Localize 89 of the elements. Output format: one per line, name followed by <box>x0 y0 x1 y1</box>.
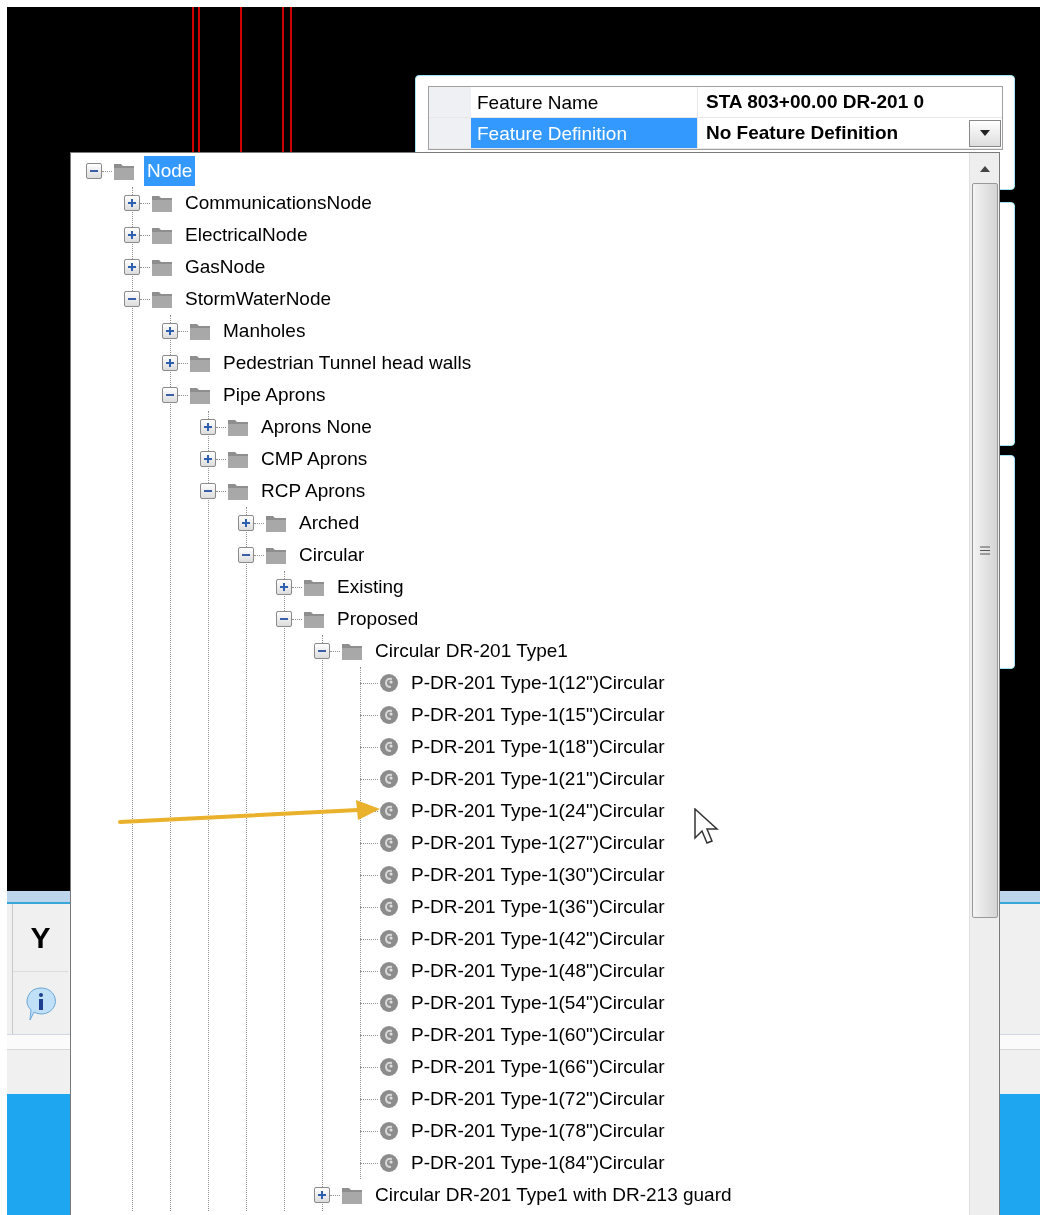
item-icon <box>378 960 400 982</box>
axis-label: Y <box>30 920 51 956</box>
item-icon <box>378 896 400 918</box>
tree-item[interactable]: P-DR-201 Type-1(72")Circular <box>408 1084 668 1114</box>
expand-toggle[interactable] <box>314 1187 330 1203</box>
item-icon <box>378 672 400 694</box>
tree-item[interactable]: P-DR-201 Type-1(15")Circular <box>408 700 668 730</box>
property-label[interactable]: Feature Name <box>471 87 697 117</box>
row-header <box>429 118 471 148</box>
plus-icon <box>203 454 213 464</box>
tree-item[interactable]: Circular DR-201 Type1 <box>372 636 571 666</box>
tree-item[interactable]: P-DR-201 Type-1(66")Circular <box>408 1052 668 1082</box>
collapse-toggle[interactable] <box>200 483 216 499</box>
expand-toggle[interactable] <box>276 579 292 595</box>
scrollbar[interactable] <box>969 153 999 1215</box>
item-icon <box>378 928 400 950</box>
tree-item[interactable]: ElectricalNode <box>182 220 311 250</box>
expand-toggle[interactable] <box>162 355 178 371</box>
tree-item[interactable]: Aprons None <box>258 412 375 442</box>
collapse-toggle[interactable] <box>124 291 140 307</box>
tree-item[interactable]: Circular <box>296 540 368 570</box>
tree-item[interactable]: P-DR-201 Type-1(48")Circular <box>408 956 668 986</box>
collapse-toggle[interactable] <box>276 611 292 627</box>
expand-toggle[interactable] <box>124 259 140 275</box>
plus-icon <box>317 1190 327 1200</box>
tree-item[interactable]: P-DR-201 Type-1(18")Circular <box>408 732 668 762</box>
tree-item[interactable]: P-DR-201 Type-1(60")Circular <box>408 1020 668 1050</box>
expand-toggle[interactable] <box>124 227 140 243</box>
item-icon <box>378 768 400 790</box>
tree-item[interactable]: P-DR-201 Type-1(24")Circular <box>408 796 668 826</box>
tree-item[interactable]: P-DR-201 Type-1(30")Circular <box>408 860 668 890</box>
tree-item[interactable]: P-DR-201 Type-1(54")Circular <box>408 988 668 1018</box>
property-row[interactable]: Feature Definition No Feature Definition <box>429 118 1002 149</box>
item-icon <box>378 832 400 854</box>
tree-item[interactable]: Pipe Aprons <box>220 380 329 410</box>
info-icon[interactable] <box>23 986 58 1022</box>
collapse-toggle[interactable] <box>314 643 330 659</box>
expand-toggle[interactable] <box>200 419 216 435</box>
tree-item[interactable]: P-DR-201 Type-1(21")Circular <box>408 764 668 794</box>
plus-icon <box>127 198 137 208</box>
item-icon <box>378 992 400 1014</box>
tree-item[interactable]: Existing <box>334 572 407 602</box>
item-icon <box>378 704 400 726</box>
property-row[interactable]: Feature Name STA 803+00.00 DR-201 0 <box>429 87 1002 118</box>
tree-item[interactable]: P-DR-201 Type-1(36")Circular <box>408 892 668 922</box>
expand-toggle[interactable] <box>162 323 178 339</box>
item-icon <box>378 1152 400 1174</box>
item-icon <box>378 800 400 822</box>
tree-item[interactable]: P-DR-201 Type-1(84")Circular <box>408 1148 668 1178</box>
item-icon <box>378 1024 400 1046</box>
dropdown-button[interactable] <box>969 119 1001 147</box>
tree-item[interactable]: Pedestrian Tunnel head walls <box>220 348 475 378</box>
tree-item[interactable]: CMP Aprons <box>258 444 371 474</box>
plus-icon <box>165 358 175 368</box>
tree-item[interactable]: Arched <box>296 508 363 538</box>
expand-toggle[interactable] <box>200 451 216 467</box>
caret-icon <box>980 130 990 136</box>
collapse-toggle[interactable] <box>86 163 102 179</box>
tree-item[interactable]: P-DR-201 Type-1(78")Circular <box>408 1116 668 1146</box>
plus-icon <box>203 422 213 432</box>
tree-item[interactable]: StormWaterNode <box>182 284 335 314</box>
tree-item[interactable]: P-DR-201 Type-1(27")Circular <box>408 828 668 858</box>
scroll-thumb[interactable] <box>971 183 998 918</box>
collapse-toggle[interactable] <box>238 547 254 563</box>
item-icon <box>378 736 400 758</box>
property-value: No Feature Definition <box>706 120 900 145</box>
item-icon <box>378 1120 400 1142</box>
tree-item[interactable]: P-DR-201 Type-1(12")Circular <box>408 668 668 698</box>
tree-item[interactable]: GasNode <box>182 252 269 282</box>
plus-icon <box>127 262 137 272</box>
plus-icon <box>241 518 251 528</box>
tree-item[interactable]: P-DR-201 Type-1(42")Circular <box>408 924 668 954</box>
collapse-toggle[interactable] <box>162 387 178 403</box>
grip-icon <box>979 546 990 555</box>
row-header <box>429 87 471 117</box>
expand-toggle[interactable] <box>124 195 140 211</box>
tree-item[interactable]: CommunicationsNode <box>182 188 375 218</box>
tree-item[interactable]: Circular DR-201 Type1 with DR-213 guard <box>372 1180 735 1210</box>
item-icon <box>378 864 400 886</box>
plus-icon <box>165 326 175 336</box>
plus-icon <box>127 230 137 240</box>
item-icon <box>378 1056 400 1078</box>
expand-toggle[interactable] <box>238 515 254 531</box>
tree-item[interactable]: Manholes <box>220 316 309 346</box>
tree-item[interactable]: Proposed <box>334 604 422 634</box>
plus-icon <box>279 582 289 592</box>
tree-item[interactable]: RCP Aprons <box>258 476 369 506</box>
property-value: STA 803+00.00 DR-201 0 <box>706 89 926 114</box>
item-icon <box>378 1088 400 1110</box>
